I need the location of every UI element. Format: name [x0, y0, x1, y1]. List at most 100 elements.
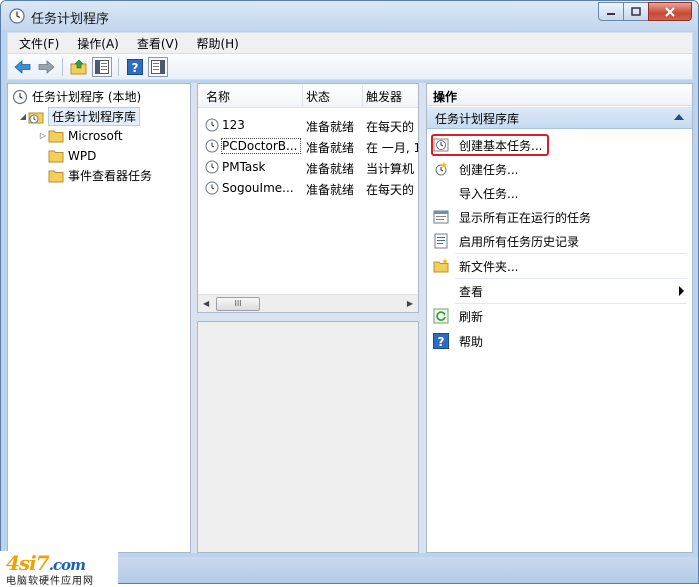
action-import-task[interactable]: 导入任务... [427, 181, 692, 205]
tree-item-library[interactable]: ◢ 任务计划程序库 [18, 107, 141, 126]
horizontal-scrollbar[interactable]: ◀ III ▶ [198, 294, 418, 312]
menu-file[interactable]: 文件(F) [8, 35, 66, 52]
folder-icon [48, 130, 64, 142]
forward-button[interactable] [36, 57, 56, 77]
forward-arrow-icon [38, 59, 55, 74]
minimize-button[interactable] [598, 2, 624, 21]
history-icon [434, 233, 448, 249]
folder-icon [48, 170, 64, 182]
action-label: 刷新 [459, 310, 484, 324]
cell-name: 123 [222, 118, 245, 132]
scroll-left-arrow-icon[interactable]: ◀ [203, 299, 209, 308]
collapse-arrow-icon[interactable] [674, 114, 684, 120]
back-button[interactable] [13, 57, 33, 77]
show-hide-tree-button[interactable] [92, 56, 112, 77]
running-tasks-icon [433, 210, 449, 224]
table-row[interactable]: SogouIme... 准备就绪 在每天的 [198, 178, 418, 199]
cell-status: 准备就绪 [306, 141, 355, 155]
actions-section-title: 任务计划程序库 [435, 112, 520, 126]
action-new-folder[interactable]: 新文件夹... [427, 254, 692, 278]
action-help[interactable]: ? 帮助 [427, 329, 692, 353]
task-clock-icon [205, 181, 219, 195]
close-icon [665, 6, 675, 17]
task-clock-icon [205, 160, 219, 174]
tree-item-event-viewer-tasks[interactable]: 事件查看器任务 [48, 166, 152, 185]
task-detail-pane [197, 321, 419, 553]
collapsed-arrow-icon[interactable]: ▷ [38, 131, 48, 140]
tree-item-microsoft[interactable]: ▷ Microsoft [38, 126, 123, 145]
tree-item-wpd[interactable]: WPD [48, 146, 96, 165]
action-view[interactable]: 查看 [427, 279, 692, 303]
maximize-button[interactable] [623, 2, 649, 21]
tree-item-label: WPD [68, 148, 97, 163]
submenu-arrow-icon [679, 286, 684, 296]
help-icon: ? [433, 333, 449, 349]
show-hide-action-button[interactable] [148, 56, 168, 77]
column-divider[interactable] [362, 86, 363, 106]
content-area: 任务计划程序 (本地) ◢ 任务计划程序库 ▷ Microsoft WPD 事件… [7, 83, 693, 553]
action-label: 启用所有任务历史记录 [459, 235, 580, 249]
toolbar: ? [7, 54, 693, 80]
help-icon: ? [127, 58, 143, 75]
task-clock-icon [205, 139, 219, 153]
clock-icon [9, 8, 25, 24]
expanded-arrow-icon[interactable]: ◢ [18, 112, 28, 121]
close-button[interactable] [648, 2, 692, 21]
task-clock-icon [205, 118, 219, 132]
up-button[interactable] [69, 57, 89, 77]
cell-status: 准备就绪 [306, 120, 355, 134]
task-list: 名称 状态 触发器 123 准备就绪 在每天的 PCDoctorB... 准备就… [197, 83, 419, 313]
folder-clock-icon [28, 112, 44, 123]
window-controls [598, 2, 692, 21]
svg-text:?: ? [438, 335, 445, 349]
action-label: 显示所有正在运行的任务 [459, 211, 592, 225]
title-bar[interactable]: 任务计划程序 [1, 1, 698, 31]
navigation-tree: 任务计划程序 (本地) ◢ 任务计划程序库 ▷ Microsoft WPD 事件… [7, 83, 191, 553]
tree-item-root[interactable]: 任务计划程序 (本地) [12, 87, 141, 106]
minimize-icon [607, 12, 615, 15]
cell-trigger: 在每天的 [366, 183, 415, 197]
cell-name: PCDoctorB... [221, 138, 301, 154]
action-display-running-tasks[interactable]: 显示所有正在运行的任务 [427, 205, 692, 229]
action-create-task[interactable]: 创建任务... [427, 157, 692, 181]
action-label: 新文件夹... [459, 260, 519, 274]
table-row[interactable]: 123 准备就绪 在每天的 [198, 115, 418, 136]
table-row[interactable]: PMTask 准备就绪 当计算机 [198, 157, 418, 178]
cell-name: SogouIme... [222, 181, 294, 195]
toolbar-separator [62, 57, 63, 76]
column-divider[interactable] [302, 86, 303, 106]
watermark-subtitle: 电脑软硬件应用网 [6, 576, 94, 587]
cell-status: 准备就绪 [306, 183, 355, 197]
task-pane: 名称 状态 触发器 123 准备就绪 在每天的 PCDoctorB... 准备就… [197, 83, 419, 553]
new-folder-icon [433, 258, 449, 273]
column-header-trigger[interactable]: 触发器 [366, 88, 402, 105]
window-title: 任务计划程序 [31, 12, 110, 27]
scroll-thumb[interactable]: III [216, 297, 260, 311]
svg-text:?: ? [132, 61, 139, 75]
action-refresh[interactable]: 刷新 [427, 304, 692, 328]
action-label: 帮助 [459, 335, 484, 349]
cell-trigger: 在 一月, 1 [366, 141, 418, 155]
app-window: 任务计划程序 文件(F) 操作(A) 查看(V) 帮助(H) ? 任务计划程序 … [0, 0, 699, 584]
create-task-icon [435, 162, 447, 176]
clock-icon [12, 89, 28, 104]
maximize-icon [631, 6, 641, 16]
refresh-icon [433, 308, 449, 324]
show-hide-tree-icon [95, 59, 109, 74]
menu-action[interactable]: 操作(A) [66, 35, 126, 52]
column-header-status[interactable]: 状态 [306, 88, 330, 105]
table-row[interactable]: PCDoctorB... 准备就绪 在 一月, 1 [198, 136, 418, 157]
cell-trigger: 当计算机 [366, 162, 415, 176]
menu-view[interactable]: 查看(V) [126, 35, 186, 52]
scroll-right-arrow-icon[interactable]: ▶ [407, 299, 413, 308]
column-header-name[interactable]: 名称 [206, 88, 230, 105]
help-toolbar-button[interactable]: ? [125, 57, 145, 77]
tree-item-label: 事件查看器任务 [68, 169, 153, 183]
action-label: 查看 [459, 285, 484, 299]
back-arrow-icon [14, 59, 31, 74]
show-hide-action-icon [151, 59, 165, 74]
action-enable-history[interactable]: 启用所有任务历史记录 [427, 229, 692, 253]
actions-section-header[interactable]: 任务计划程序库 [427, 107, 692, 129]
actions-pane: 操作 任务计划程序库 创建基本任务... 创建任务... 导入任务... 显示所… [426, 83, 693, 553]
menu-help[interactable]: 帮助(H) [185, 35, 245, 52]
